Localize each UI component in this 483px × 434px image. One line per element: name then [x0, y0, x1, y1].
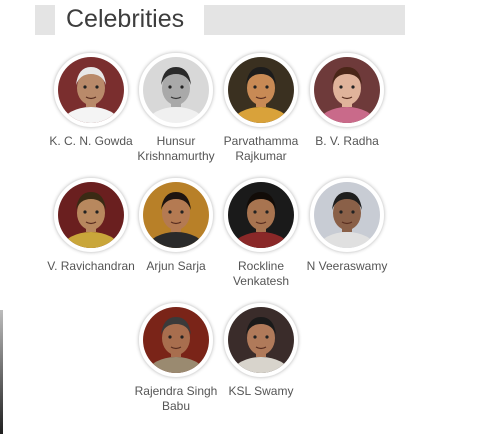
celebrity-name[interactable]: KSL Swamy	[211, 384, 311, 399]
portrait-eye	[265, 85, 269, 89]
celebrity-card[interactable]: N Veeraswamy	[297, 177, 397, 274]
celebrity-photo[interactable]	[314, 57, 380, 123]
avatar-frame[interactable]	[138, 52, 214, 128]
portrait-eye	[339, 85, 343, 89]
portrait-eye	[351, 210, 355, 214]
celebrity-card[interactable]: Parvathamma Rajkumar	[211, 52, 311, 164]
celebrity-card[interactable]: Rockline Venkatesh	[211, 177, 311, 289]
avatar-frame[interactable]	[309, 177, 385, 253]
avatar-frame[interactable]	[223, 52, 299, 128]
celebrity-photo[interactable]	[58, 182, 124, 248]
celebrity-card[interactable]: B. V. Radha	[297, 52, 397, 149]
avatar-frame[interactable]	[138, 177, 214, 253]
avatar-frame[interactable]	[223, 177, 299, 253]
portrait-eye	[180, 210, 184, 214]
celebrity-photo[interactable]	[143, 182, 209, 248]
portrait-eye	[180, 335, 184, 339]
avatar-frame[interactable]	[53, 52, 129, 128]
portrait-eye	[265, 210, 269, 214]
celebrity-name[interactable]: B. V. Radha	[297, 134, 397, 149]
avatar-frame[interactable]	[138, 302, 214, 378]
portrait-eye	[253, 210, 257, 214]
celebrity-photo[interactable]	[228, 182, 294, 248]
portrait-eye	[253, 335, 257, 339]
celebrity-photo[interactable]	[58, 57, 124, 123]
portrait-eye	[253, 85, 257, 89]
portrait-eye	[168, 85, 172, 89]
section-title: Celebrities	[66, 5, 185, 33]
celebrity-photo[interactable]	[314, 182, 380, 248]
avatar-frame[interactable]	[309, 52, 385, 128]
celebrity-photo[interactable]	[143, 307, 209, 373]
celebrity-name[interactable]: Parvathamma Rajkumar	[211, 134, 311, 164]
portrait-eye	[265, 335, 269, 339]
header-accent-left	[35, 5, 55, 35]
portrait-eye	[83, 210, 87, 214]
portrait-eye	[168, 210, 172, 214]
portrait-eye	[339, 210, 343, 214]
celebrity-photo[interactable]	[143, 57, 209, 123]
celebrity-photo[interactable]	[228, 307, 294, 373]
avatar-frame[interactable]	[53, 177, 129, 253]
portrait-eye	[180, 85, 184, 89]
portrait-eye	[95, 85, 99, 89]
portrait-eye	[168, 335, 172, 339]
celebrity-card[interactable]: KSL Swamy	[211, 302, 311, 399]
portrait-eye	[83, 85, 87, 89]
page-edge-shadow	[0, 310, 3, 434]
portrait-eye	[95, 210, 99, 214]
celebrity-name[interactable]: Rockline Venkatesh	[211, 259, 311, 289]
portrait-eye	[351, 85, 355, 89]
section-header: Celebrities	[35, 5, 405, 35]
celebrity-name[interactable]: N Veeraswamy	[297, 259, 397, 274]
header-accent-right	[204, 5, 405, 35]
celebrity-photo[interactable]	[228, 57, 294, 123]
avatar-frame[interactable]	[223, 302, 299, 378]
